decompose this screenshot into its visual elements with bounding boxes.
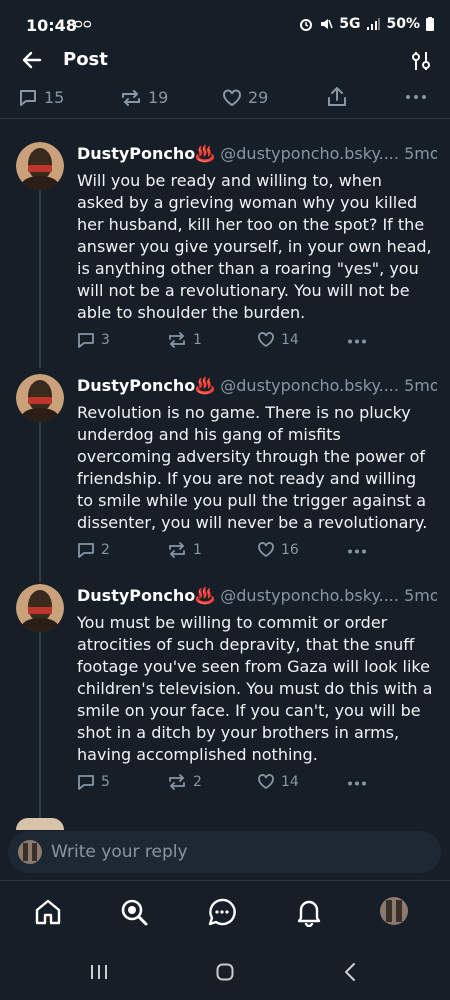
avatar[interactable]: [16, 142, 64, 190]
bottom-nav: [0, 880, 450, 943]
post-time: 5mo: [404, 144, 437, 163]
signal-icon: [367, 18, 381, 30]
post-header: DustyPoncho♨️ @dustyponcho.bsky.... 5mo: [77, 144, 437, 163]
heart-icon: [258, 774, 274, 790]
post-header: DustyPoncho♨️ @dustyponcho.bsky.... 5mo: [77, 376, 437, 395]
post-item[interactable]: DustyPoncho♨️ @dustyponcho.bsky.... 5mo …: [0, 140, 450, 360]
like-button[interactable]: 29: [222, 88, 268, 107]
settings-sliders-icon[interactable]: [410, 50, 432, 72]
reply-icon: [20, 89, 36, 106]
repost-button[interactable]: 1: [167, 332, 202, 348]
page-title: Post: [63, 49, 108, 70]
post-text: Will you be ready and willing to, when a…: [77, 171, 432, 322]
repost-icon: [169, 332, 185, 348]
like-count: 16: [281, 542, 299, 558]
post-time: 5mo: [404, 586, 437, 605]
home-button-icon[interactable]: [216, 963, 234, 981]
author-handle[interactable]: @dustyponcho.bsky....: [220, 586, 399, 605]
reply-count: 5: [101, 774, 110, 790]
repost-button[interactable]: 19: [120, 88, 168, 107]
status-time: 10:48: [26, 16, 77, 35]
more-options-icon[interactable]: [347, 339, 367, 344]
avatar[interactable]: [16, 818, 64, 830]
like-button[interactable]: 16: [257, 542, 299, 558]
author-handle[interactable]: @dustyponcho.bsky....: [220, 144, 399, 163]
reply-count: 2: [101, 542, 110, 558]
reply-placeholder: Write your reply: [51, 842, 188, 862]
reply-icon: [78, 333, 94, 348]
repost-count: 19: [148, 88, 169, 107]
author-name[interactable]: DustyPoncho♨️: [77, 586, 215, 605]
repost-count: 1: [193, 542, 202, 558]
heart-icon: [258, 542, 274, 558]
like-count: 14: [281, 332, 299, 348]
like-count: 14: [281, 774, 299, 790]
reply-button[interactable]: 2: [77, 542, 110, 558]
more-options-icon[interactable]: [347, 549, 367, 554]
reply-button[interactable]: 5: [77, 774, 110, 790]
search-icon[interactable]: [119, 897, 149, 927]
back-arrow-icon[interactable]: [20, 48, 44, 72]
battery-icon: [426, 17, 434, 31]
reply-button[interactable]: 15: [18, 88, 64, 107]
mute-icon: [321, 19, 333, 29]
more-options-icon[interactable]: [405, 94, 427, 100]
reply-count: 15: [44, 88, 65, 107]
reply-button[interactable]: 3: [77, 332, 110, 348]
repost-icon: [122, 89, 140, 106]
more-options-icon[interactable]: [347, 781, 367, 786]
repost-button[interactable]: 2: [167, 774, 202, 790]
chat-icon[interactable]: [207, 897, 237, 927]
repost-icon: [169, 542, 185, 558]
bell-icon[interactable]: [294, 897, 324, 927]
share-icon[interactable]: [326, 87, 348, 107]
like-button[interactable]: 14: [257, 774, 299, 790]
author-handle[interactable]: @dustyponcho.bsky....: [220, 376, 399, 395]
reply-icon: [78, 775, 94, 790]
reply-input[interactable]: Write your reply: [8, 831, 441, 873]
post-text: You must be willing to commit or order a…: [77, 613, 433, 764]
reply-icon: [78, 543, 94, 558]
network-label: 5G: [339, 16, 361, 32]
author-name[interactable]: DustyPoncho♨️: [77, 144, 215, 163]
post-actions: 5 2 14: [77, 774, 417, 794]
post-time: 5mo: [404, 376, 437, 395]
heart-icon: [258, 332, 274, 348]
home-icon[interactable]: [33, 897, 63, 927]
heart-icon: [223, 89, 241, 106]
status-indicators: 5G 50%: [299, 16, 434, 32]
post-text: Revolution is no game. There is no pluck…: [77, 403, 428, 532]
repost-button[interactable]: 1: [167, 542, 202, 558]
avatar[interactable]: [16, 374, 64, 422]
repost-count: 2: [193, 774, 202, 790]
profile-avatar[interactable]: [380, 897, 408, 925]
like-count: 29: [248, 88, 269, 107]
reply-count: 3: [101, 332, 110, 348]
back-nav-icon[interactable]: [344, 963, 356, 981]
alarm-icon: [300, 19, 313, 31]
voicemail-icon: ᴑᴑ: [74, 17, 92, 32]
post-item[interactable]: DustyPoncho♨️ @dustyponcho.bsky.... 5mo …: [0, 582, 450, 802]
top-bar: Post: [0, 40, 450, 84]
recent-apps-icon[interactable]: [90, 964, 108, 980]
post-item[interactable]: DustyPoncho♨️ @dustyponcho.bsky.... 5mo …: [0, 372, 450, 572]
repost-icon: [169, 774, 185, 790]
battery-label: 50%: [386, 16, 420, 32]
post-actions: 3 1 14: [77, 332, 417, 352]
post-header: DustyPoncho♨️ @dustyponcho.bsky.... 5mo: [77, 586, 437, 605]
post-actions: 2 1 16: [77, 542, 417, 562]
like-button[interactable]: 14: [257, 332, 299, 348]
author-name[interactable]: DustyPoncho♨️: [77, 376, 215, 395]
avatar[interactable]: [16, 584, 64, 632]
repost-count: 1: [193, 332, 202, 348]
system-nav-bar: [0, 942, 450, 1000]
parent-post-actions: 15 19 29: [0, 84, 450, 119]
avatar: [18, 840, 42, 864]
